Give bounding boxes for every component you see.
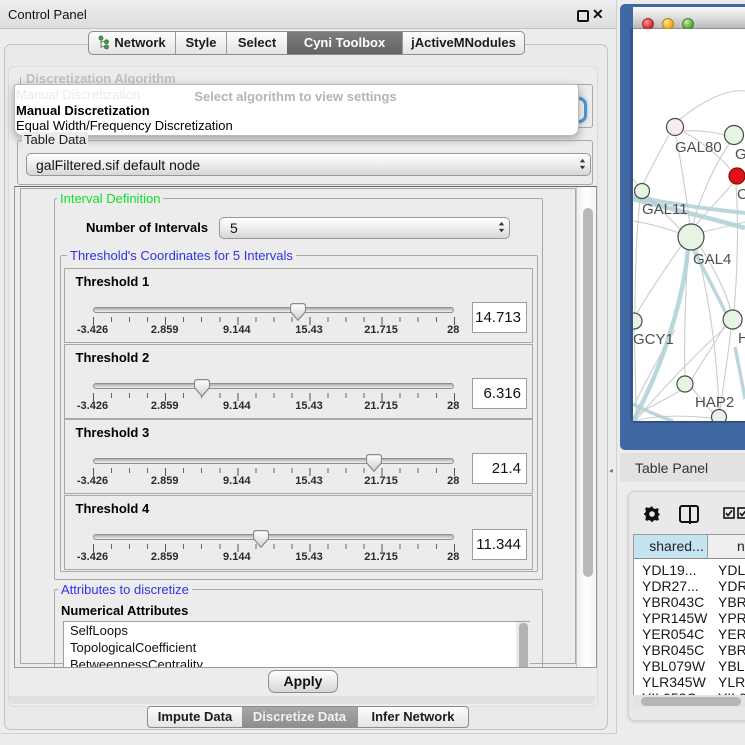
svg-text:GAL7: GAL7 bbox=[735, 146, 745, 163]
svg-text:GAL4: GAL4 bbox=[693, 251, 731, 268]
svg-text:GCY1: GCY1 bbox=[633, 331, 674, 348]
svg-text:HAP2: HAP2 bbox=[695, 394, 734, 411]
svg-text:GAL11: GAL11 bbox=[642, 201, 688, 218]
svg-text:GAL80: GAL80 bbox=[675, 139, 722, 156]
svg-text:HIS4: HIS4 bbox=[738, 330, 745, 347]
svg-text:CYC8: CYC8 bbox=[737, 186, 745, 203]
